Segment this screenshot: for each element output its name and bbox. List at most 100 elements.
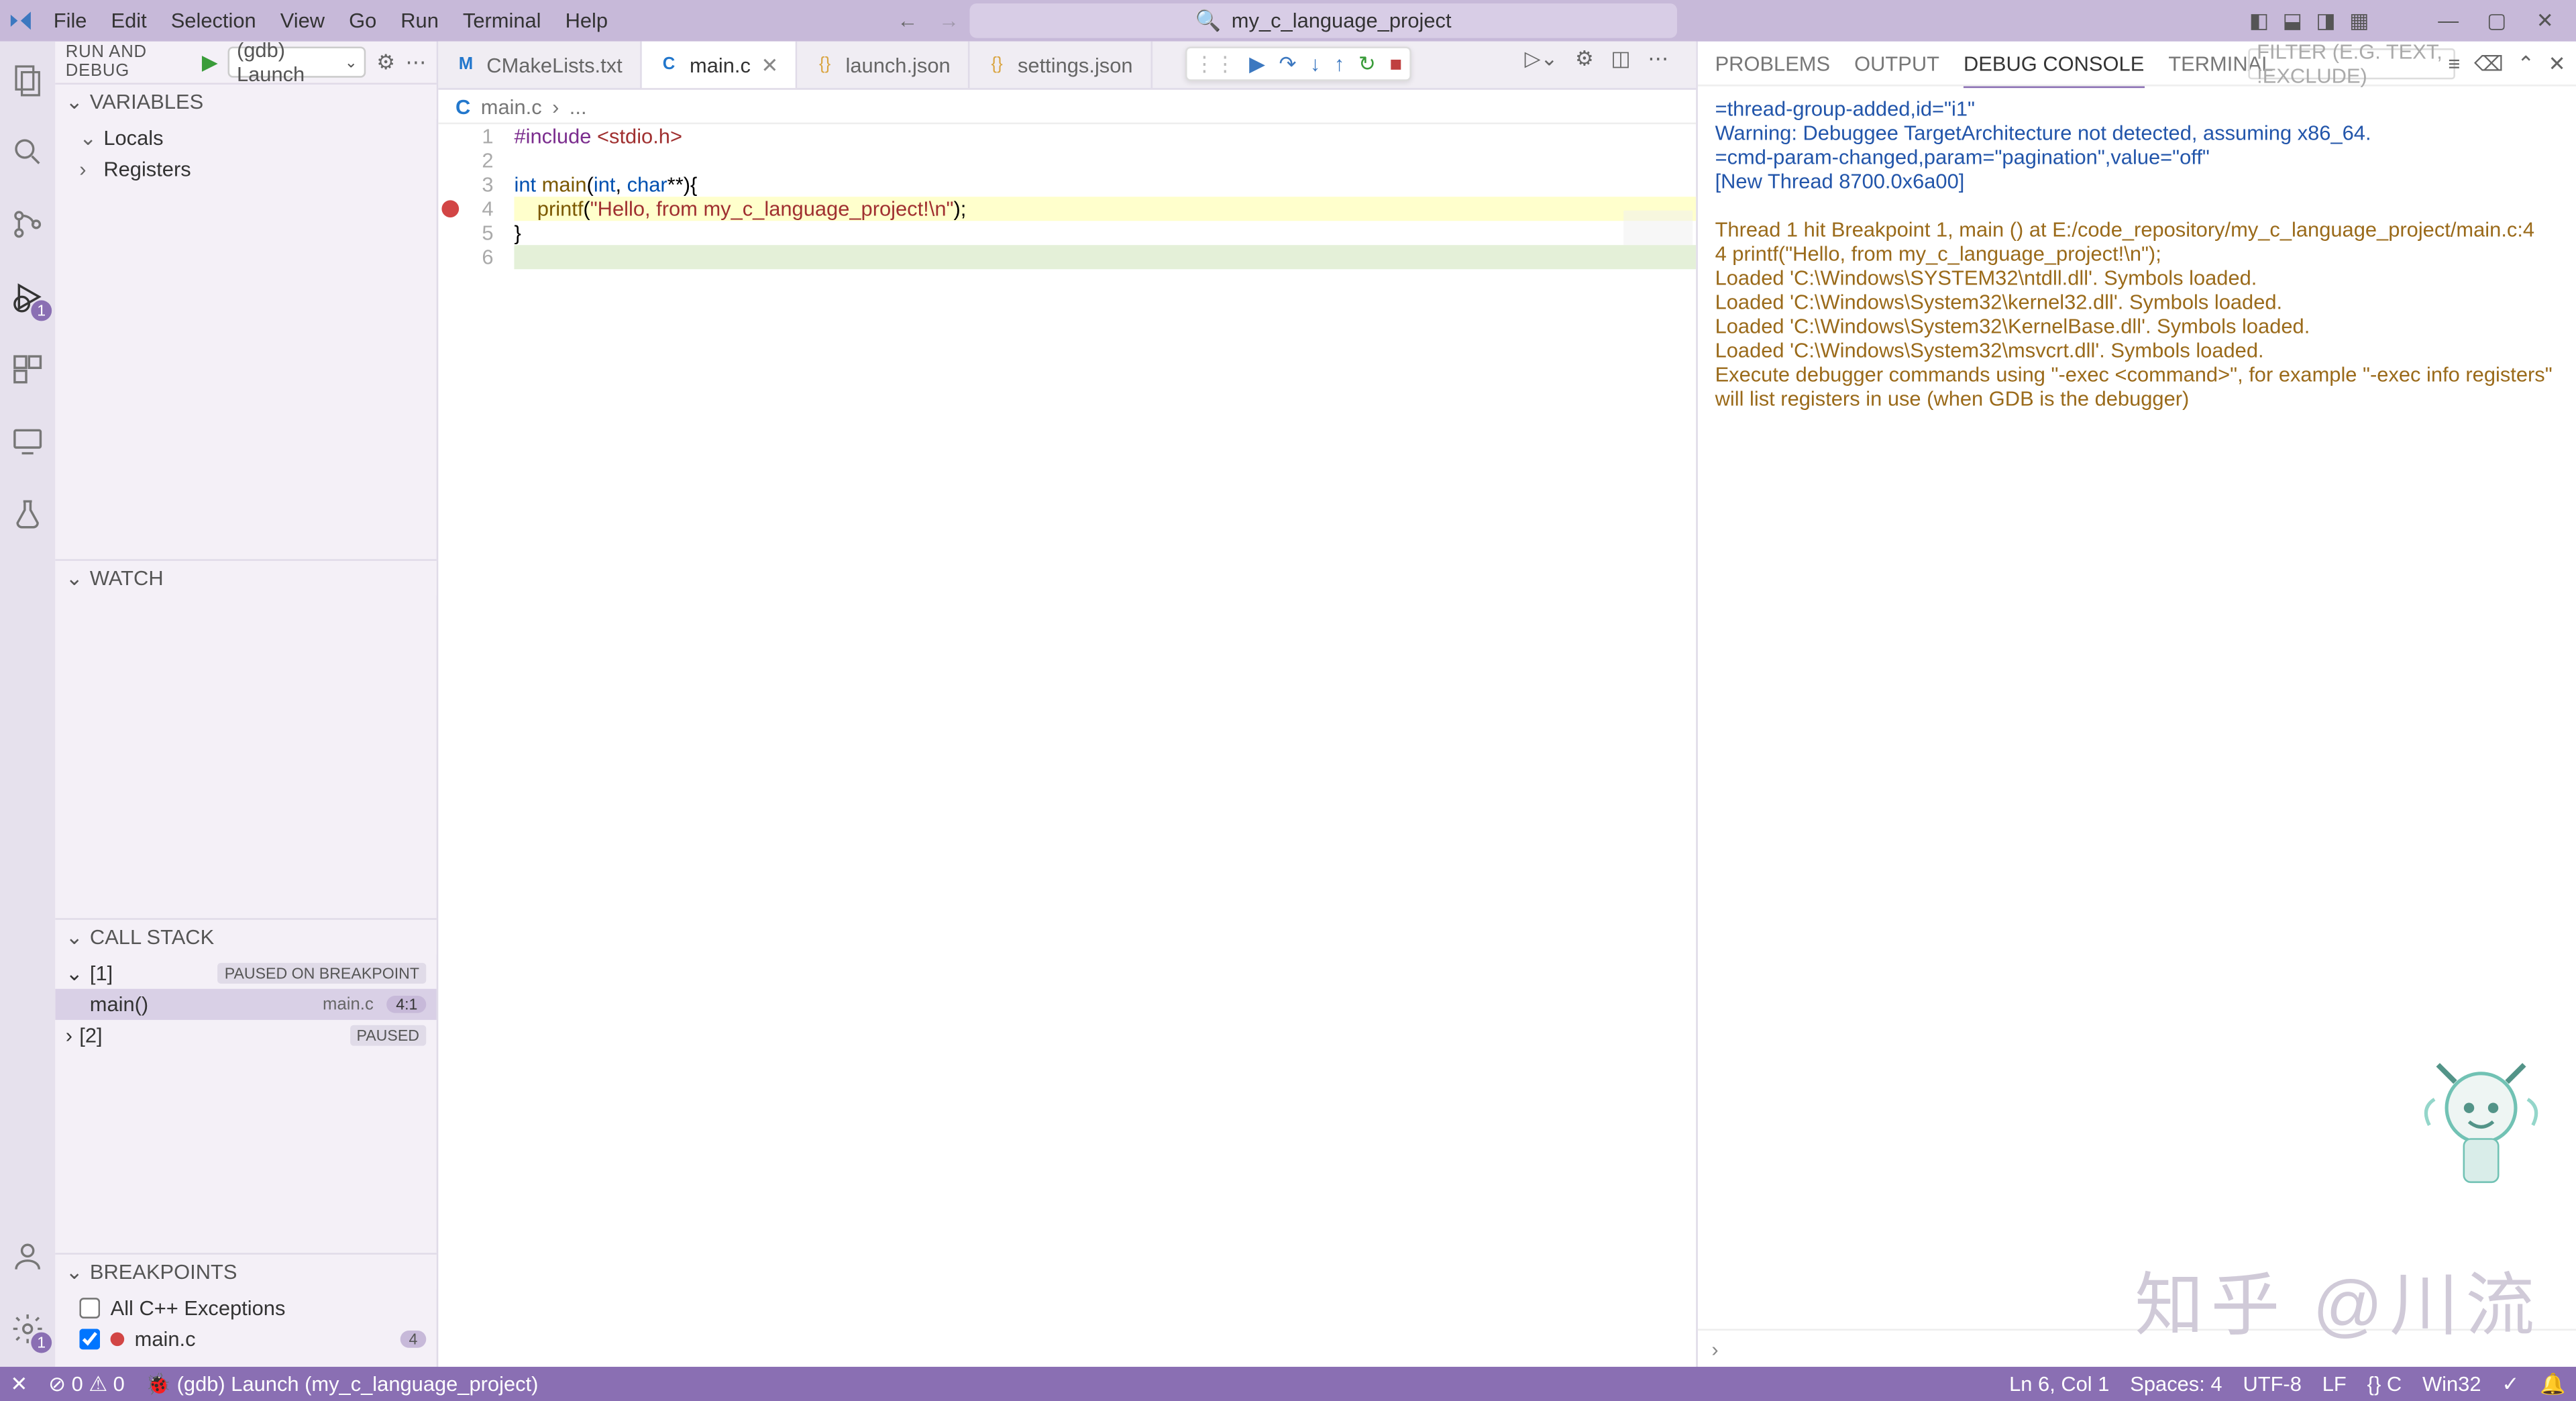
variables-registers[interactable]: ›Registers [55, 154, 436, 185]
status-bell-icon[interactable]: 🔔 [2540, 1372, 2565, 1396]
debug-repl-input[interactable]: › [1698, 1329, 2576, 1367]
activity-search-icon[interactable] [7, 131, 48, 172]
menu-selection[interactable]: Selection [159, 0, 268, 42]
status-indent[interactable]: Spaces: 4 [2130, 1372, 2222, 1396]
json-file-icon: {} [814, 54, 835, 75]
debug-console-panel: PROBLEMS OUTPUT DEBUG CONSOLE TERMINAL F… [1696, 42, 2576, 1367]
debug-toolbar[interactable]: ⋮⋮ ▶ ↷ ↓ ↑ ↻ ■ [1185, 46, 1411, 81]
tab-launch-json[interactable]: {}launch.json [798, 42, 969, 88]
status-problems[interactable]: ⊘ 0 ⚠ 0 [48, 1372, 125, 1396]
status-bar: ✕ ⊘ 0 ⚠ 0 🐞 (gdb) Launch (my_c_language_… [0, 1367, 2576, 1401]
launch-config-select[interactable]: (gdb) Launch ⌄ [228, 46, 366, 77]
status-eol[interactable]: LF [2322, 1372, 2347, 1396]
bp-checkbox[interactable] [79, 1329, 100, 1349]
stop-icon[interactable]: ■ [1389, 52, 1402, 76]
callstack-thread-1[interactable]: ⌄ [1] PAUSED ON BREAKPOINT [55, 957, 436, 988]
console-filter-input[interactable]: Filter (e.g. text, !exclude) [2248, 48, 2455, 79]
nav-back-icon[interactable]: ← [897, 9, 918, 33]
menu-terminal[interactable]: Terminal [451, 0, 553, 42]
titlebar: File Edit Selection View Go Run Terminal… [0, 0, 2576, 42]
layout-left-icon[interactable]: ◧ [2249, 9, 2269, 33]
layout-right-icon[interactable]: ◨ [2316, 9, 2335, 33]
code-editor[interactable]: 123456 #include <stdio.h> int main(int, … [438, 124, 1696, 1367]
tab-cmakelists[interactable]: MCMakeLists.txt [438, 42, 641, 88]
breadcrumb[interactable]: C main.c › ... [438, 90, 1696, 124]
window-minimize-icon[interactable]: ― [2424, 0, 2473, 42]
activity-debug-icon[interactable]: 1 [7, 276, 48, 318]
status-debug-session[interactable]: 🐞 (gdb) Launch (my_c_language_project) [146, 1372, 539, 1396]
more-icon[interactable]: ⋯ [1648, 46, 1668, 70]
status-encoding[interactable]: UTF-8 [2243, 1372, 2301, 1396]
minimap[interactable] [1623, 211, 1693, 245]
filter-icon[interactable]: ≡ [2448, 51, 2460, 75]
chevron-right-icon: › [79, 157, 97, 181]
menu-file[interactable]: File [42, 0, 99, 42]
vscode-logo-icon [0, 9, 42, 33]
panel-tab-debug-console[interactable]: DEBUG CONSOLE [1964, 51, 2144, 87]
gear-icon[interactable]: ⚙ [1575, 46, 1594, 70]
close-icon[interactable]: ✕ [2548, 51, 2566, 75]
status-remote-icon[interactable]: ✕ [10, 1372, 28, 1396]
layout-bottom-icon[interactable]: ⬓ [2283, 9, 2302, 33]
split-editor-icon[interactable]: ◫ [1611, 46, 1630, 70]
bp-main-c[interactable]: main.c 4 [55, 1324, 436, 1355]
status-cursor[interactable]: Ln 6, Col 1 [2009, 1372, 2109, 1396]
menu-help[interactable]: Help [553, 0, 621, 42]
clear-icon[interactable]: ⌫ [2474, 51, 2504, 75]
nav-arrows: ← → [897, 9, 959, 33]
panel-tab-problems[interactable]: PROBLEMS [1715, 51, 1831, 75]
more-icon[interactable]: ⋯ [405, 50, 426, 74]
activity-explorer-icon[interactable] [7, 58, 48, 100]
activity-remote-icon[interactable] [7, 421, 48, 463]
start-debug-icon[interactable]: ▶ [202, 50, 218, 74]
tab-main-c[interactable]: Cmain.c✕ [641, 42, 798, 88]
activity-settings-icon[interactable]: 1 [7, 1308, 48, 1350]
window-maximize-icon[interactable]: ▢ [2473, 0, 2521, 42]
status-prettier-icon[interactable]: ✓ [2502, 1372, 2519, 1396]
window-close-icon[interactable]: ✕ [2521, 0, 2569, 42]
nav-forward-icon[interactable]: → [938, 9, 959, 33]
layout-custom-icon[interactable]: ▦ [2349, 9, 2369, 33]
restart-icon[interactable]: ↻ [1358, 52, 1376, 76]
activity-test-icon[interactable] [7, 494, 48, 535]
gear-icon[interactable]: ⚙ [376, 50, 395, 74]
activity-extensions-icon[interactable] [7, 349, 48, 391]
close-icon[interactable]: ✕ [761, 52, 778, 76]
step-into-icon[interactable]: ↓ [1310, 52, 1320, 76]
variables-header[interactable]: ⌄VARIABLES [55, 85, 436, 119]
chevron-up-icon[interactable]: ⌃ [2517, 51, 2534, 75]
breakpoint-dot-icon [111, 1333, 125, 1347]
command-center[interactable]: 🔍 my_c_language_project [969, 3, 1677, 38]
callstack-thread-2[interactable]: › [2] PAUSED [55, 1020, 436, 1051]
c-file-icon: C [659, 54, 680, 75]
menu-edit[interactable]: Edit [99, 0, 158, 42]
breakpoints-header[interactable]: ⌄BREAKPOINTS [55, 1255, 436, 1289]
bp-all-cpp-exceptions[interactable]: All C++ Exceptions [55, 1292, 436, 1323]
grip-icon[interactable]: ⋮⋮ [1194, 52, 1236, 76]
callstack-header[interactable]: ⌄CALL STACK [55, 920, 436, 954]
activity-scm-icon[interactable] [7, 203, 48, 245]
watch-header[interactable]: ⌄WATCH [55, 561, 436, 595]
menu-view[interactable]: View [268, 0, 337, 42]
debug-side-panel: RUN AND DEBUG ▶ (gdb) Launch ⌄ ⚙ ⋯ ⌄VARI… [55, 42, 438, 1367]
status-language[interactable]: {} C [2367, 1372, 2402, 1396]
continue-icon[interactable]: ▶ [1249, 52, 1265, 76]
bp-checkbox[interactable] [79, 1298, 100, 1318]
run-code-icon[interactable]: ▷⌄ [1525, 46, 1558, 70]
json-file-icon: {} [987, 54, 1008, 75]
menu-run[interactable]: Run [388, 0, 451, 42]
editor-area: MCMakeLists.txt Cmain.c✕ {}launch.json {… [438, 42, 1696, 1367]
step-over-icon[interactable]: ↷ [1279, 52, 1296, 76]
tab-settings-json[interactable]: {}settings.json [969, 42, 1152, 88]
command-center-text: my_c_language_project [1232, 9, 1452, 33]
variables-locals[interactable]: ⌄Locals [55, 123, 436, 154]
step-out-icon[interactable]: ↑ [1334, 52, 1344, 76]
menu-go[interactable]: Go [337, 0, 388, 42]
run-and-debug-title: RUN AND DEBUG [66, 43, 192, 81]
status-platform[interactable]: Win32 [2422, 1372, 2481, 1396]
panel-tab-output[interactable]: OUTPUT [1854, 51, 1939, 75]
callstack-frame[interactable]: main() main.c 4:1 [55, 989, 436, 1020]
line-gutter: 123456 [438, 124, 504, 269]
chevron-right-icon: › [66, 1023, 72, 1047]
activity-account-icon[interactable] [7, 1236, 48, 1278]
